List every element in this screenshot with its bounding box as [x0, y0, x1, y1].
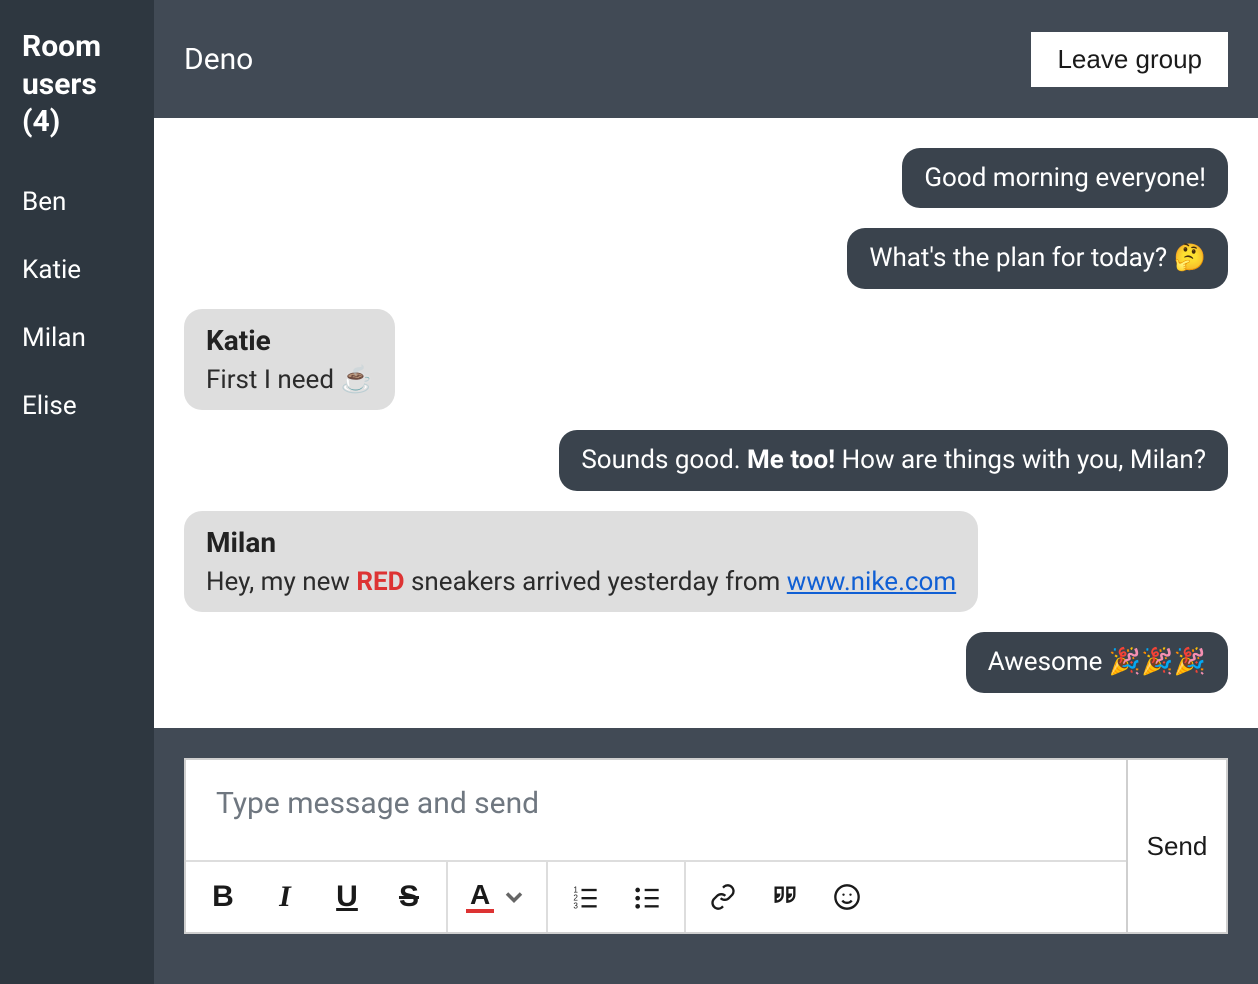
- message-sender: Katie: [206, 321, 373, 360]
- message-input[interactable]: Type message and send: [186, 760, 1126, 860]
- text-color-icon: A: [466, 881, 494, 913]
- bold-button[interactable]: B: [194, 868, 252, 926]
- chat-header: Deno Leave group: [154, 0, 1258, 118]
- message-row: Awesome 🎉🎉🎉: [184, 632, 1228, 692]
- emoji-button[interactable]: [818, 868, 876, 926]
- leave-group-button[interactable]: Leave group: [1031, 32, 1228, 87]
- sidebar-user[interactable]: Katie: [22, 255, 132, 285]
- unordered-list-button[interactable]: [618, 868, 676, 926]
- message-row: KatieFirst I need ☕: [184, 309, 1228, 411]
- sidebar: Room users (4) Ben Katie Milan Elise: [0, 0, 154, 984]
- smiley-icon: [833, 883, 861, 911]
- link-icon: [709, 883, 737, 911]
- svg-text:3: 3: [574, 902, 579, 911]
- message-bubble-theirs: MilanHey, my new RED sneakers arrived ye…: [184, 511, 978, 613]
- message-row: Sounds good. Me too! How are things with…: [184, 430, 1228, 490]
- ordered-list-button[interactable]: 1 2 3: [556, 868, 614, 926]
- message-row: Good morning everyone!: [184, 148, 1228, 208]
- quote-icon: [771, 883, 799, 911]
- sidebar-user[interactable]: Milan: [22, 323, 132, 353]
- text-color-button[interactable]: A: [456, 868, 538, 926]
- message-bubble-theirs: KatieFirst I need ☕: [184, 309, 395, 411]
- composer: Type message and send B I U S A: [184, 758, 1228, 934]
- message-row: What's the plan for today? 🤔: [184, 228, 1228, 288]
- message-bubble-mine: Awesome 🎉🎉🎉: [966, 632, 1228, 692]
- send-button[interactable]: Send: [1126, 760, 1226, 932]
- message-list[interactable]: Good morning everyone! What's the plan fo…: [154, 118, 1258, 728]
- chevron-down-icon: [500, 883, 528, 911]
- message-text: Hey, my new RED sneakers arrived yesterd…: [206, 564, 956, 600]
- composer-area: Type message and send B I U S A: [154, 728, 1258, 984]
- sidebar-user[interactable]: Ben: [22, 187, 132, 217]
- message-text: First I need ☕: [206, 362, 373, 398]
- unordered-list-icon: [633, 883, 661, 911]
- message-text: Awesome 🎉🎉🎉: [988, 644, 1206, 680]
- strikethrough-button[interactable]: S: [380, 868, 438, 926]
- message-bubble-mine: Sounds good. Me too! How are things with…: [559, 430, 1228, 490]
- underline-button[interactable]: U: [318, 868, 376, 926]
- sidebar-user[interactable]: Elise: [22, 391, 132, 421]
- sidebar-title: Room users (4): [22, 28, 132, 141]
- message-text: What's the plan for today? 🤔: [869, 240, 1206, 276]
- italic-button[interactable]: I: [256, 868, 314, 926]
- quote-button[interactable]: [756, 868, 814, 926]
- message-text: Good morning everyone!: [924, 160, 1206, 196]
- chat-title: Deno: [184, 42, 253, 77]
- message-bubble-mine: What's the plan for today? 🤔: [847, 228, 1228, 288]
- message-sender: Milan: [206, 523, 956, 562]
- format-toolbar: B I U S A: [186, 860, 1126, 932]
- user-list: Ben Katie Milan Elise: [22, 187, 132, 421]
- message-row: MilanHey, my new RED sneakers arrived ye…: [184, 511, 1228, 613]
- message-bubble-mine: Good morning everyone!: [902, 148, 1228, 208]
- link-button[interactable]: [694, 868, 752, 926]
- ordered-list-icon: 1 2 3: [571, 883, 599, 911]
- main-panel: Deno Leave group Good morning everyone! W…: [154, 0, 1258, 984]
- message-text: Sounds good. Me too! How are things with…: [581, 442, 1206, 478]
